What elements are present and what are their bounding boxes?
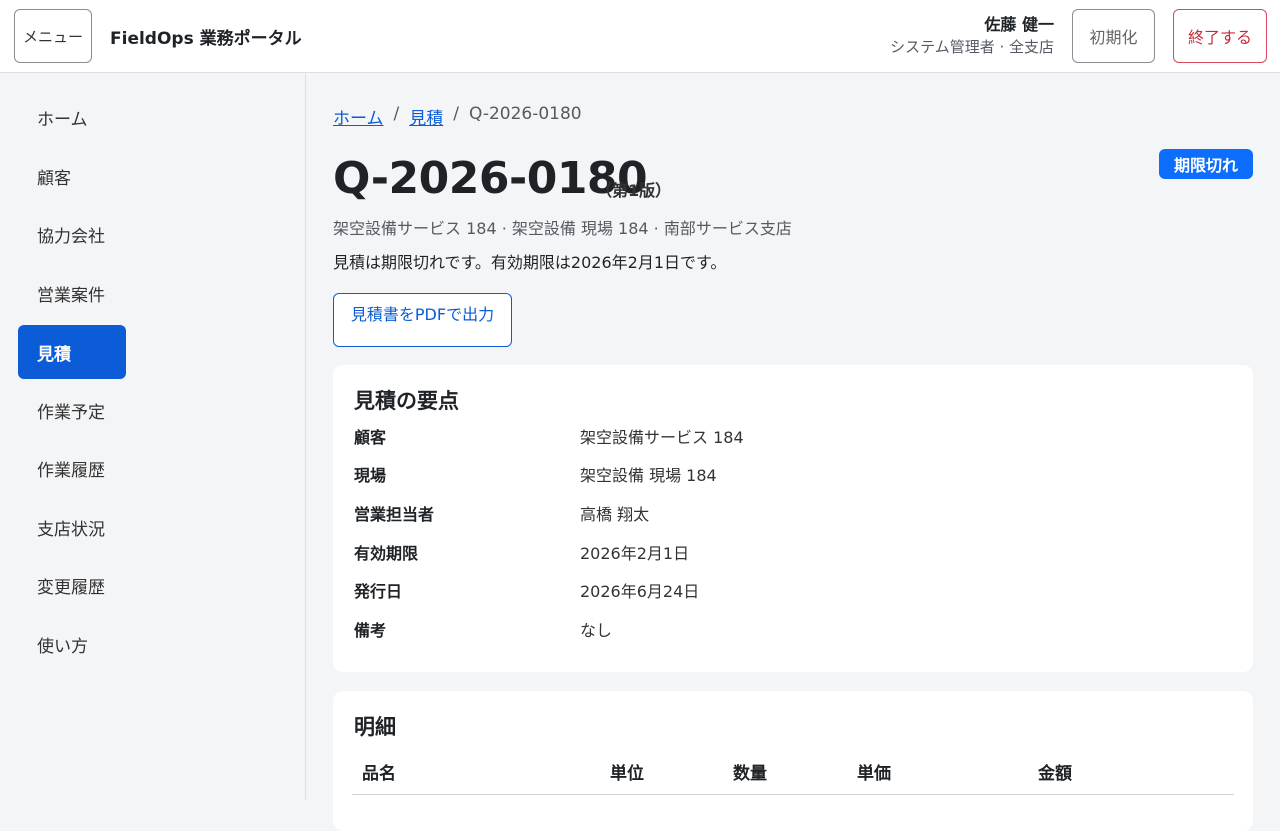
breadcrumb: ホーム / 見積 / Q-2026-0180 [333,104,582,129]
breadcrumb-quotes-link[interactable]: 見積 [409,104,443,129]
status-badge: 期限切れ [1159,149,1253,179]
summary-card: 見積の要点 顧客 架空設備サービス 184 現場 架空設備 現場 184 営業担… [333,365,1253,672]
user-info: 佐藤 健一 システム管理者 · 全支店 [890,14,1054,58]
summary-value: 架空設備サービス 184 [580,428,744,447]
summary-value: 架空設備 現場 184 [580,466,717,485]
sidebar-item-schedule[interactable]: 作業予定 [18,383,126,437]
version-label: （第1版） [596,181,672,200]
main-content: ホーム / 見積 / Q-2026-0180 Q-2026-0180 （第1版）… [306,73,1280,831]
export-pdf-button[interactable]: 見積書をPDFで出力 [333,293,512,347]
line-items-table-header: 品名 単位 数量 単価 金額 [352,757,1234,795]
column-header-unit: 単位 [610,764,644,784]
sidebar-item-quotes[interactable]: 見積 [18,325,126,379]
user-role: システム管理者 · 全支店 [890,38,1054,56]
summary-value: なし [580,621,613,640]
summary-label: 有効期限 [354,544,419,563]
app-title: FieldOps 業務ポータル [110,29,302,49]
sidebar-item-partners[interactable]: 協力会社 [18,207,126,261]
user-name: 佐藤 健一 [984,15,1054,34]
summary-title: 見積の要点 [354,389,459,413]
exit-button[interactable]: 終了する [1173,9,1267,63]
summary-label: 発行日 [354,582,403,601]
menu-button[interactable]: メニュー [14,9,92,63]
breadcrumb-home-link[interactable]: ホーム [333,104,384,129]
sidebar-item-branch-status[interactable]: 支店状況 [18,500,126,554]
quote-subtitle: 架空設備サービス 184 · 架空設備 現場 184 · 南部サービス支店 [333,219,792,238]
summary-value: 2026年6月24日 [580,582,700,601]
sidebar-item-change-log[interactable]: 変更履歴 [18,558,126,612]
line-items-card: 明細 品名 単位 数量 単価 金額 [333,691,1253,831]
breadcrumb-separator: / [453,104,459,124]
column-header-amount: 金額 [1038,764,1072,784]
line-items-title: 明細 [354,715,396,739]
app-header: メニュー FieldOps 業務ポータル 佐藤 健一 システム管理者 · 全支店… [0,0,1280,73]
summary-value: 2026年2月1日 [580,544,690,563]
sidebar-item-deals[interactable]: 営業案件 [18,266,126,320]
sidebar-item-work-history[interactable]: 作業履歴 [18,441,126,495]
column-header-item: 品名 [362,764,396,784]
breadcrumb-current: Q-2026-0180 [468,104,582,124]
reset-button[interactable]: 初期化 [1072,9,1155,63]
sidebar-item-help[interactable]: 使い方 [18,617,126,671]
summary-label: 現場 [354,466,387,485]
summary-label: 備考 [354,621,387,640]
summary-label: 顧客 [354,428,387,447]
breadcrumb-separator: / [393,104,400,124]
summary-value: 高橋 翔太 [580,505,650,524]
column-header-unit-price: 単価 [857,764,891,784]
sidebar-item-customers[interactable]: 顧客 [18,149,126,203]
sidebar-item-home[interactable]: ホーム [18,90,126,144]
expiry-notice: 見積は期限切れです。有効期限は2026年2月1日です。 [333,253,727,272]
sidebar: ホーム 顧客 協力会社 営業案件 見積 作業予定 作業履歴 支店状況 変更履歴 … [0,73,306,800]
summary-label: 営業担当者 [354,505,435,524]
column-header-quantity: 数量 [733,764,767,784]
